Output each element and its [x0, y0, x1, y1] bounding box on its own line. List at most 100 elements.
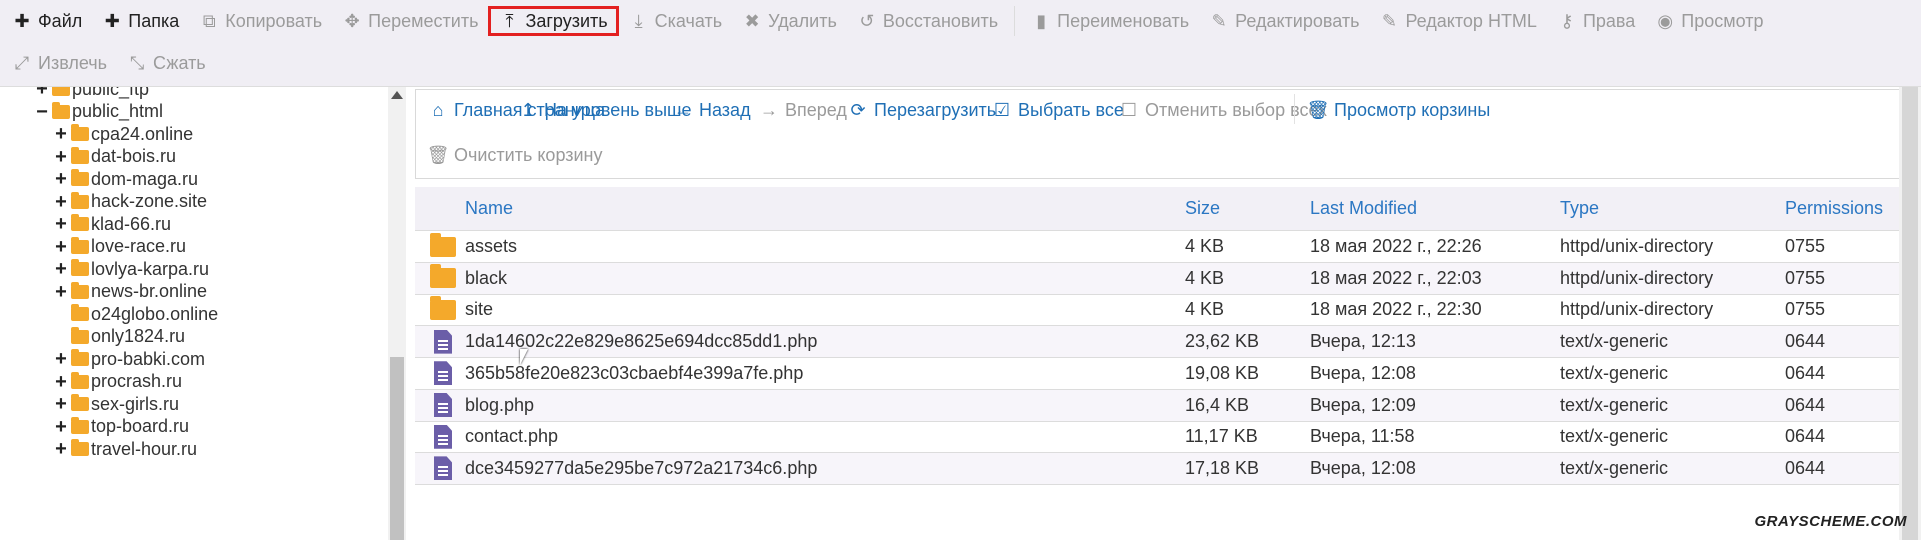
- toolbar-button-label: Переместить: [368, 10, 479, 31]
- upload-icon: ⤒: [505, 11, 514, 31]
- toolbar-button-1[interactable]: ✚ Файл: [2, 6, 92, 36]
- toolbar-button-13[interactable]: ◉ Просмотр: [1645, 6, 1773, 36]
- sidebar-scrollbar[interactable]: [388, 87, 406, 540]
- tree-item-label: dom-maga.ru: [91, 168, 199, 189]
- expand-icon[interactable]: +: [53, 147, 69, 167]
- expand-icon[interactable]: +: [53, 259, 69, 279]
- cell-size: 16,4 KB: [1185, 394, 1250, 415]
- header-permissions[interactable]: Permissions: [1785, 187, 1883, 230]
- file-panel: ⌂ Главная страница ↥ На уровень выше ← Назад →…: [415, 87, 1915, 540]
- nav-button-3[interactable]: ← Назад: [673, 95, 751, 125]
- header-type[interactable]: Type: [1560, 187, 1599, 230]
- header-last-modified[interactable]: Last Modified: [1310, 187, 1417, 230]
- table-row[interactable]: black 4 KB 18 мая 2022 г., 22:03 httpd/unix…: [415, 262, 1910, 295]
- watermark: GRAYSCHEME.COM: [1754, 513, 1907, 530]
- toolbar-button-5[interactable]: ⤒ Загрузить: [488, 6, 619, 36]
- tree-item[interactable]: + travel-hour.ru: [53, 436, 197, 462]
- toolbar-separator: [1014, 6, 1016, 36]
- cell-name: 365b58fe20e823c03cbaebf4e399a7fe.php: [465, 362, 804, 383]
- toolbar-button-label: Восстановить: [882, 10, 999, 31]
- tree-item-label: pro-babki.com: [91, 348, 206, 369]
- cell-size: 11,17 KB: [1185, 426, 1258, 447]
- toolbar: ✚ Файл ✚ Папка ⧉ Копировать ✥ Переместить ⤒ Загру…: [0, 0, 1921, 87]
- nav-button-5[interactable]: ⟳ Перезагрузить: [848, 95, 996, 125]
- toolbar-button-4[interactable]: ✥ Переместить: [332, 6, 488, 36]
- expand-icon[interactable]: +: [34, 87, 50, 99]
- toolbar-button-label: Сжать: [153, 52, 206, 73]
- toolbar-button-2[interactable]: ✚ Папка: [92, 6, 189, 36]
- collapse-icon[interactable]: −: [34, 102, 50, 122]
- cell-permissions: 0755: [1785, 299, 1826, 320]
- toolbar-button-label: Переименовать: [1057, 10, 1190, 31]
- expand-icon[interactable]: +: [53, 349, 69, 369]
- plus-icon: ✚: [104, 11, 120, 31]
- tree-item-label: love-race.ru: [91, 236, 187, 256]
- toolbar-button-label: Права: [1582, 10, 1636, 31]
- expand-icon[interactable]: +: [53, 192, 69, 212]
- file-icon-cell: [423, 326, 463, 357]
- toolbar-button-8[interactable]: ↺ Восстановить: [847, 6, 1008, 36]
- folder-icon: [71, 416, 89, 434]
- header-size[interactable]: Size: [1185, 187, 1220, 230]
- expand-icon[interactable]: +: [53, 169, 69, 189]
- table-row[interactable]: assets 4 KB 18 мая 2022 г., 22:26 httpd/uni…: [415, 231, 1910, 263]
- compress-icon: ⤡: [129, 53, 145, 73]
- table-row[interactable]: contact.php 11,17 KB Вчера, 11:58 text/x-ge…: [415, 421, 1910, 454]
- folder-icon: [71, 304, 89, 321]
- download-icon: ⤓: [634, 11, 643, 31]
- cell-name: assets: [465, 236, 518, 256]
- expand-icon[interactable]: +: [53, 214, 69, 234]
- table-row[interactable]: 1da14602c22e829e8625e694dcc85dd1.php 23,6…: [415, 326, 1910, 359]
- expand-icon[interactable]: +: [53, 394, 69, 414]
- delete-icon: ✖: [744, 11, 760, 31]
- expand-icon[interactable]: +: [53, 237, 69, 257]
- table-row[interactable]: dce3459277da5e295be7c972a21734c6.php 17,1…: [415, 452, 1910, 485]
- main-scrollbar-thumb[interactable]: [1902, 87, 1918, 540]
- expand-icon[interactable]: +: [53, 372, 69, 392]
- folder-icon: [71, 326, 89, 344]
- toolbar-button-2[interactable]: ⤡ Сжать: [117, 48, 216, 78]
- tree-item-label: o24globo.online: [91, 303, 219, 324]
- folder-icon: [71, 169, 89, 186]
- header-name[interactable]: Name: [465, 187, 513, 230]
- toolbar-button-9[interactable]: ▮ Переименовать: [1021, 6, 1199, 36]
- toolbar-button-3[interactable]: ⧉ Копировать: [189, 6, 332, 36]
- table-row[interactable]: blog.php 16,4 KB Вчера, 12:09 text/x-generi…: [415, 389, 1910, 422]
- cell-permissions: 0644: [1785, 394, 1826, 415]
- copy-icon: ⧉: [202, 11, 216, 31]
- nav-button-7[interactable]: ☐ Отменить выбор всех: [1119, 95, 1327, 125]
- toolbar-button-7[interactable]: ✖ Удалить: [732, 6, 847, 36]
- scroll-up-icon[interactable]: [391, 91, 403, 99]
- toolbar-button-12[interactable]: ⚷ Права: [1547, 6, 1645, 36]
- nav-button-8[interactable]: 🗑 Просмотр корзины: [1307, 95, 1491, 125]
- cell-permissions: 0755: [1785, 267, 1826, 288]
- table-row[interactable]: site 4 KB 18 мая 2022 г., 22:30 httpd/unix-…: [415, 294, 1910, 327]
- expand-icon[interactable]: +: [53, 124, 69, 144]
- toolbar-button-6[interactable]: ⤓ Скачать: [619, 6, 733, 36]
- empty-trash-button[interactable]: 🗑 Очистить корзину: [427, 140, 603, 170]
- cell-type: text/x-generic: [1560, 362, 1669, 383]
- toolbar-button-10[interactable]: ✎ Редактировать: [1199, 6, 1369, 36]
- main-scrollbar[interactable]: [1899, 87, 1921, 540]
- nav-button-2[interactable]: ↥ На уровень выше: [518, 95, 691, 125]
- table-row[interactable]: 365b58fe20e823c03cbaebf4e399a7fe.php 19,0…: [415, 358, 1910, 390]
- extract-icon: ⤢: [14, 53, 30, 73]
- cell-type: text/x-generic: [1560, 426, 1669, 447]
- expand-icon[interactable]: +: [53, 417, 69, 437]
- nav-button-6[interactable]: ☑ Выбрать все: [992, 95, 1124, 125]
- expand-icon[interactable]: +: [53, 439, 69, 459]
- folder-icon: [71, 439, 89, 456]
- folder-icon: [430, 264, 456, 289]
- toolbar-button-1[interactable]: ⤢ Извлечь: [2, 48, 117, 78]
- sidebar-scrollbar-thumb[interactable]: [390, 357, 404, 540]
- toolbar-button-11[interactable]: ✎ Редактор HTML: [1369, 6, 1546, 36]
- expand-icon[interactable]: +: [53, 282, 69, 302]
- cell-type: httpd/unix-directory: [1560, 299, 1714, 320]
- file-icon-cell: [423, 358, 463, 389]
- cell-modified: 18 мая 2022 г., 22:30: [1310, 299, 1482, 320]
- folder-icon-cell: [423, 294, 463, 325]
- directory-tree: + public_ftp − public_html + cpa24.online + dat…: [0, 87, 388, 540]
- cell-name: site: [465, 299, 494, 320]
- toolbar-button-label: Редактор HTML: [1405, 10, 1537, 31]
- nav-button-4[interactable]: → Вперед: [759, 95, 847, 125]
